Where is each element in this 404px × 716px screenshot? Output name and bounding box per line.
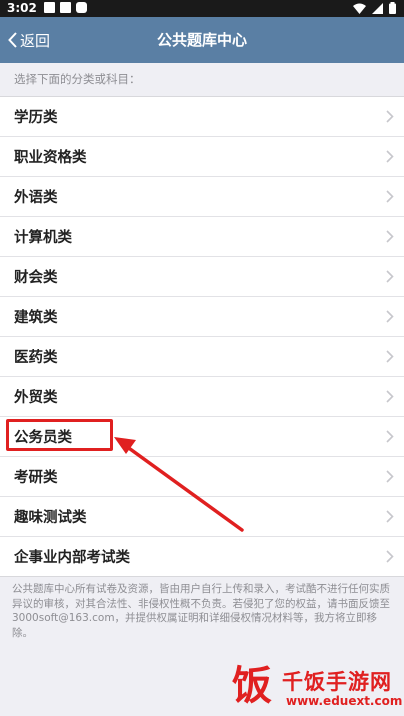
section-hint: 选择下面的分类或科目：: [14, 72, 141, 86]
image-notification-icon: [44, 2, 55, 13]
page-title: 公共题库中心: [156, 31, 247, 49]
battery-icon: [389, 2, 396, 14]
chevron-right-icon: [386, 270, 394, 283]
gallery-notification-icon: [60, 2, 71, 13]
list-item-label: 职业资格类: [14, 150, 87, 166]
list-item-label: 计算机类: [14, 230, 72, 246]
chevron-right-icon: [386, 110, 394, 123]
list-item-label: 企事业内部考试类: [14, 550, 130, 566]
list-item-label: 医药类: [14, 350, 58, 366]
list-item-kaoyan[interactable]: 考研类: [0, 457, 404, 497]
watermark: 饭 千饭手游网 www.eduext.com: [228, 662, 404, 716]
list-item-caikuai[interactable]: 财会类: [0, 257, 404, 297]
chevron-right-icon: [386, 470, 394, 483]
list-item-quwei[interactable]: 趣味测试类: [0, 497, 404, 537]
list-item-jisuanji[interactable]: 计算机类: [0, 217, 404, 257]
list-item-label: 趣味测试类: [14, 510, 87, 526]
chevron-right-icon: [386, 430, 394, 443]
list-item-label: 财会类: [14, 270, 58, 286]
list-item-label: 学历类: [14, 110, 58, 126]
chevron-right-icon: [386, 150, 394, 163]
chevron-right-icon: [386, 230, 394, 243]
watermark-title: 千饭手游网: [282, 670, 392, 694]
chevron-right-icon: [386, 390, 394, 403]
list-item-waiyu[interactable]: 外语类: [0, 177, 404, 217]
list-item-label: 外语类: [14, 190, 58, 206]
chevron-right-icon: [386, 550, 394, 563]
list-item-label: 外贸类: [14, 390, 58, 406]
notification-icons: [44, 2, 87, 13]
list-item-qishiye[interactable]: 企事业内部考试类: [0, 537, 404, 576]
watermark-logo: 饭: [232, 663, 272, 709]
signal-icon: [372, 2, 383, 14]
list-item-jianzhu[interactable]: 建筑类: [0, 297, 404, 337]
nav-bar: 返回 公共题库中心: [0, 17, 404, 63]
watermark-url: www.eduext.com: [286, 694, 403, 708]
category-list: 学历类 职业资格类 外语类 计算机类 财会类 建筑类 医药类 外贸类 公务员类 …: [0, 96, 404, 577]
wifi-icon: [353, 3, 366, 14]
list-item-yiyao[interactable]: 医药类: [0, 337, 404, 377]
disclaimer-text: 公共题库中心所有试卷及资源，皆由用户自行上传和录入，考试酷不进行任何实质异议的审…: [12, 583, 390, 639]
list-item-xueli[interactable]: 学历类: [0, 97, 404, 137]
highlight-box: [6, 419, 113, 451]
chevron-right-icon: [386, 350, 394, 363]
list-item-label: 考研类: [14, 470, 58, 486]
list-item-zhiye[interactable]: 职业资格类: [0, 137, 404, 177]
system-icons: [353, 2, 396, 14]
chevron-right-icon: [386, 510, 394, 523]
app-notification-icon: [76, 2, 87, 13]
chevron-right-icon: [386, 190, 394, 203]
list-item-waimao[interactable]: 外贸类: [0, 377, 404, 417]
status-bar: 3:02: [0, 0, 404, 17]
status-time: 3:02: [7, 1, 37, 15]
list-item-label: 建筑类: [14, 310, 58, 326]
chevron-right-icon: [386, 310, 394, 323]
